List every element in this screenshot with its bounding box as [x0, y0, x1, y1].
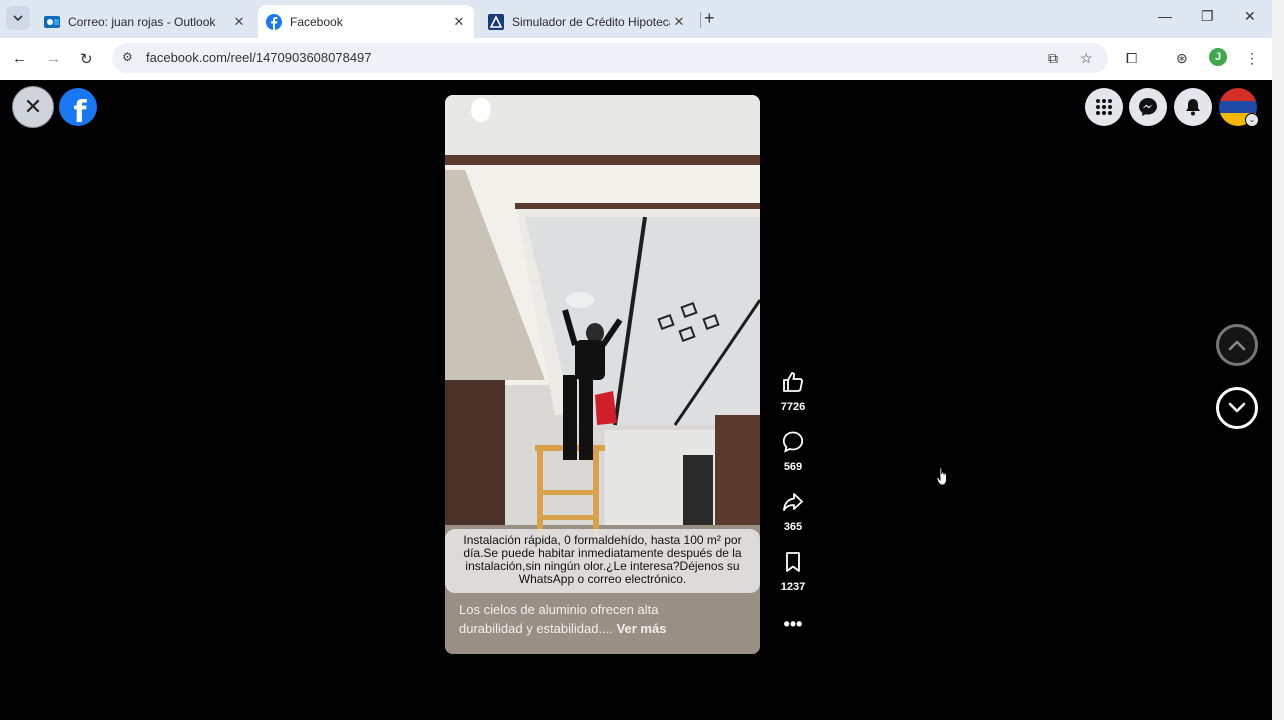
new-tab-icon[interactable]: + [704, 8, 715, 29]
notifications-button[interactable] [1174, 88, 1212, 126]
more-options-icon[interactable]: ••• [778, 614, 808, 635]
mouse-cursor-icon [936, 466, 952, 494]
messenger-button[interactable] [1129, 88, 1167, 126]
grid-icon [1096, 99, 1112, 115]
forward-icon[interactable]: → [46, 50, 61, 67]
address-bar[interactable]: ⚙ facebook.com/reel/1470903608078497 [112, 43, 1108, 73]
back-icon[interactable]: ← [12, 50, 27, 67]
tab-outlook[interactable]: Correo: juan rojas - Outlook ✕ [36, 5, 254, 38]
window-close-icon[interactable]: ✕ [1244, 8, 1256, 25]
chevron-down-icon [13, 15, 23, 22]
simulador-site-icon [488, 13, 504, 30]
chevron-down-icon [1228, 402, 1246, 413]
close-icon: ✕ [23, 94, 43, 119]
share-icon [778, 490, 808, 519]
tab-separator [700, 12, 701, 28]
outlook-icon [44, 15, 60, 28]
menu-grid-button[interactable] [1085, 88, 1123, 126]
see-more-link[interactable]: Ver más [617, 621, 667, 636]
close-reel-button[interactable]: ✕ [12, 86, 54, 128]
previous-reel-button[interactable] [1216, 324, 1258, 366]
site-settings-icon[interactable]: ⚙ [122, 50, 133, 64]
browser-tab-strip: Correo: juan rojas - Outlook ✕ Facebook … [0, 0, 1272, 38]
save-button[interactable]: 1237 [778, 550, 808, 593]
install-app-icon[interactable]: ⧉ [1048, 50, 1058, 67]
tab-simulador[interactable]: Simulador de Crédito Hipoteca ✕ [480, 5, 694, 38]
facebook-icon [266, 13, 282, 30]
close-tab-icon[interactable]: ✕ [670, 14, 688, 30]
chevron-up-icon [1228, 340, 1246, 351]
bell-icon [1186, 99, 1200, 116]
bookmark-icon [778, 550, 808, 579]
like-button[interactable]: 7726 [778, 370, 808, 413]
profile-avatar[interactable]: J [1209, 48, 1227, 66]
tab-title: Simulador de Crédito Hipoteca [512, 14, 670, 29]
restore-icon[interactable]: ❐ [1201, 8, 1214, 25]
reload-icon[interactable]: ↻ [80, 50, 93, 68]
comment-icon [778, 430, 808, 459]
browser-toolbar: ← → ↻ ⚙ facebook.com/reel/14709036080784… [0, 38, 1272, 80]
account-chevron-icon[interactable]: ⌄ [1245, 113, 1259, 127]
minimize-icon[interactable]: — [1158, 8, 1172, 24]
messenger-icon [1139, 98, 1157, 116]
facebook-logo[interactable]: f [59, 88, 97, 126]
reel-video[interactable]: Instalación rápida, 0 formaldehído, hast… [445, 95, 760, 654]
next-reel-button[interactable] [1216, 387, 1258, 429]
save-count: 1237 [780, 581, 806, 593]
tab-facebook[interactable]: Facebook ✕ [258, 5, 474, 38]
close-tab-icon[interactable]: ✕ [230, 14, 248, 30]
close-tab-icon[interactable]: ✕ [450, 14, 468, 30]
tab-title: Facebook [290, 14, 343, 29]
url-text[interactable]: facebook.com/reel/1470903608078497 [146, 50, 372, 65]
share-button[interactable]: 365 [778, 490, 808, 533]
reel-overlay-text: Instalación rápida, 0 formaldehído, hast… [445, 529, 760, 593]
tab-search-button[interactable] [6, 6, 30, 30]
comment-button[interactable]: 569 [778, 430, 808, 473]
comment-count: 569 [783, 461, 803, 473]
like-count: 7726 [780, 401, 806, 413]
thumbs-up-icon [778, 370, 808, 399]
reel-caption: Los cielos de aluminio ofrecen alta dura… [459, 600, 699, 638]
extension-icon[interactable]: ⊛ [1176, 50, 1188, 67]
menu-kebab-icon[interactable]: ⋮ [1245, 50, 1259, 67]
share-count: 365 [783, 521, 803, 533]
window-edge [1272, 0, 1284, 720]
bookmark-star-icon[interactable]: ☆ [1080, 50, 1093, 67]
tab-title: Correo: juan rojas - Outlook [68, 14, 216, 29]
extensions-icon[interactable]: ⧠ [1126, 50, 1137, 67]
